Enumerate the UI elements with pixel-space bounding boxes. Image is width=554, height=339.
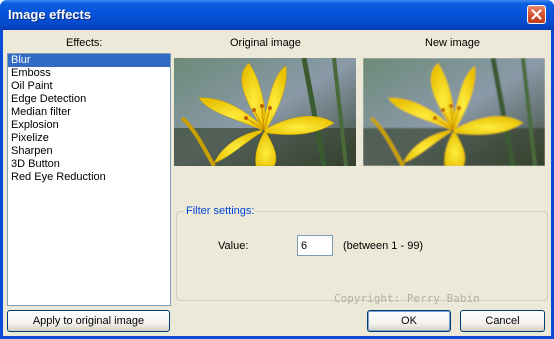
effect-list-item[interactable]: Oil Paint: [8, 80, 170, 93]
blurred-flower-picture: [363, 58, 545, 166]
new-image-label: New image: [425, 37, 481, 49]
effect-list-item[interactable]: Emboss: [8, 67, 170, 80]
effect-list-item[interactable]: Explosion: [8, 119, 170, 132]
value-range-hint: (between 1 - 99): [343, 240, 424, 252]
original-image-label: Original image: [230, 37, 301, 49]
original-image: [174, 58, 356, 166]
effects-label: Effects:: [66, 37, 103, 49]
original-flower-picture: [174, 58, 356, 166]
title-bar[interactable]: Image effects: [0, 0, 554, 30]
value-input[interactable]: [297, 235, 333, 256]
effect-list-item[interactable]: Blur: [8, 54, 170, 67]
effect-list-item[interactable]: Edge Detection: [8, 93, 170, 106]
filter-settings-group: Filter settings:: [176, 205, 548, 301]
window-title: Image effects: [8, 7, 92, 22]
value-label: Value:: [218, 240, 249, 252]
copyright-watermark: Copyright: Perry Babin: [334, 292, 480, 305]
close-button[interactable]: [527, 5, 546, 24]
effect-list-item[interactable]: Median filter: [8, 106, 170, 119]
effect-list-item[interactable]: Sharpen: [8, 145, 170, 158]
effects-listbox[interactable]: Blur Emboss Oil Paint Edge Detection Median …: [7, 53, 171, 306]
image-effects-dialog: Image effects Effects: Original image Ne…: [0, 0, 554, 339]
close-icon: [531, 9, 542, 20]
effect-list-item[interactable]: 3D Button: [8, 158, 170, 171]
effect-list-item[interactable]: Pixelize: [8, 132, 170, 145]
ok-button[interactable]: OK: [367, 310, 451, 332]
new-image: [363, 58, 545, 166]
cancel-button[interactable]: Cancel: [460, 310, 545, 332]
dialog-body: Effects: Original image New image Blur Em…: [3, 30, 551, 336]
filter-settings-title: Filter settings:: [184, 205, 257, 217]
apply-to-original-button[interactable]: Apply to original image: [7, 310, 170, 332]
effect-list-item[interactable]: Red Eye Reduction: [8, 171, 170, 184]
